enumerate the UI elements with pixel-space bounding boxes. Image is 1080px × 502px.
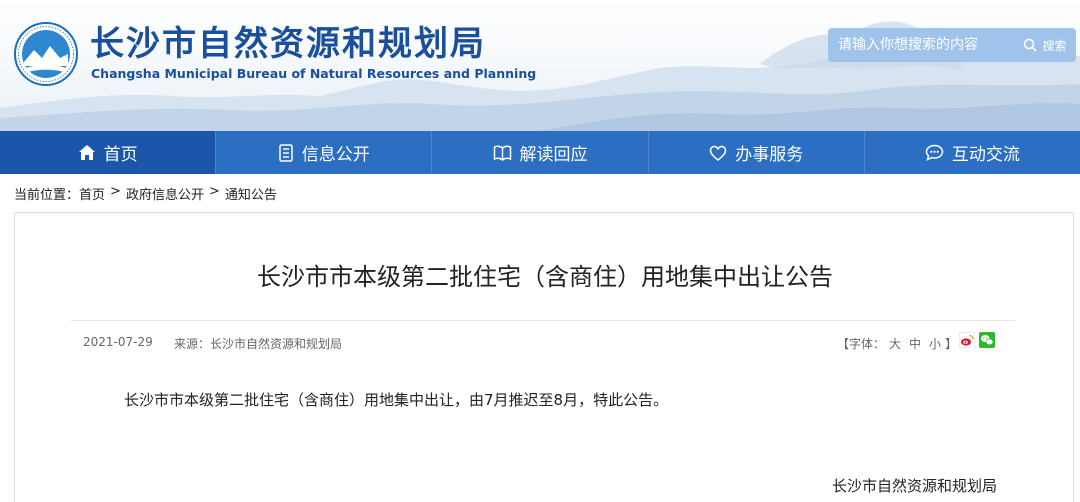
main-nav: 首页 信息公开 解读回应 办事服务 互动交流 (0, 131, 1080, 174)
search-box: 搜索 (828, 28, 1076, 62)
font-size-medium-button[interactable]: 中 (909, 337, 921, 351)
article-source: 来源：长沙市自然资源和规划局 (174, 335, 342, 352)
breadcrumb-prefix: 当前位置： (14, 188, 80, 203)
heart-icon (709, 145, 727, 161)
nav-item-interaction[interactable]: 互动交流 (865, 131, 1080, 174)
font-size-control: 【字体：大中小】 (837, 335, 957, 352)
breadcrumb-separator: > (110, 184, 121, 199)
nav-item-label: 办事服务 (735, 145, 804, 165)
site-title-cn: 长沙市自然资源和规划局 (90, 24, 486, 64)
book-icon (493, 145, 511, 161)
article-title: 长沙市市本级第二批住宅（含商住）用地集中出让公告 (257, 263, 833, 291)
weibo-icon[interactable] (959, 332, 975, 348)
wechat-icon[interactable] (979, 332, 995, 348)
nav-item-interpretation[interactable]: 解读回应 (432, 131, 649, 174)
nav-item-services[interactable]: 办事服务 (649, 131, 865, 174)
font-size-label-open: 【字体： (837, 337, 886, 351)
home-icon (78, 145, 95, 160)
article-signature: 长沙市自然资源和规划局 (832, 477, 998, 495)
search-icon (1024, 38, 1038, 52)
article-meta: 2021-07-29 来源：长沙市自然资源和规划局 【字体：大中小】 (71, 320, 1015, 358)
breadcrumb: 当前位置： 首页 > 政府信息公开 > 通知公告 (14, 184, 277, 203)
document-list-icon (279, 143, 293, 162)
source-value: 长沙市自然资源和规划局 (210, 337, 343, 351)
font-size-label-close: 】 (945, 337, 958, 351)
nav-item-label: 首页 (103, 145, 138, 165)
chat-icon (925, 144, 944, 161)
article-body: 长沙市市本级第二批住宅（含商住）用地集中出让，由7月推迟至8月，特此公告。 (124, 391, 669, 409)
article-card: 长沙市市本级第二批住宅（含商住）用地集中出让公告 2021-07-29 来源：长… (14, 212, 1074, 502)
site-title-en: Changsha Municipal Bureau of Natural Res… (91, 66, 537, 81)
search-button-label: 搜索 (1042, 38, 1067, 53)
bureau-logo-icon (14, 22, 78, 86)
nav-item-label: 解读回应 (519, 145, 588, 165)
search-button[interactable]: 搜索 (1014, 28, 1076, 62)
font-size-small-button[interactable]: 小 (929, 337, 941, 351)
source-label: 来源： (174, 337, 211, 351)
breadcrumb-separator: > (208, 184, 220, 199)
nav-item-home[interactable]: 首页 (0, 131, 217, 174)
nav-item-label: 互动交流 (951, 145, 1020, 165)
site-header: 长沙市自然资源和规划局 Changsha Municipal Bureau of… (0, 0, 1080, 131)
publish-date: 2021-07-29 (83, 335, 153, 349)
share-buttons (959, 332, 995, 348)
search-input[interactable] (828, 28, 1012, 62)
nav-item-label: 信息公开 (301, 145, 370, 165)
breadcrumb-link-notices[interactable]: 通知公告 (225, 184, 277, 203)
nav-item-info-public[interactable]: 信息公开 (216, 131, 433, 174)
breadcrumb-link-home[interactable]: 首页 (79, 184, 105, 203)
breadcrumb-link-gov-info[interactable]: 政府信息公开 (126, 184, 204, 203)
font-size-large-button[interactable]: 大 (889, 337, 901, 351)
